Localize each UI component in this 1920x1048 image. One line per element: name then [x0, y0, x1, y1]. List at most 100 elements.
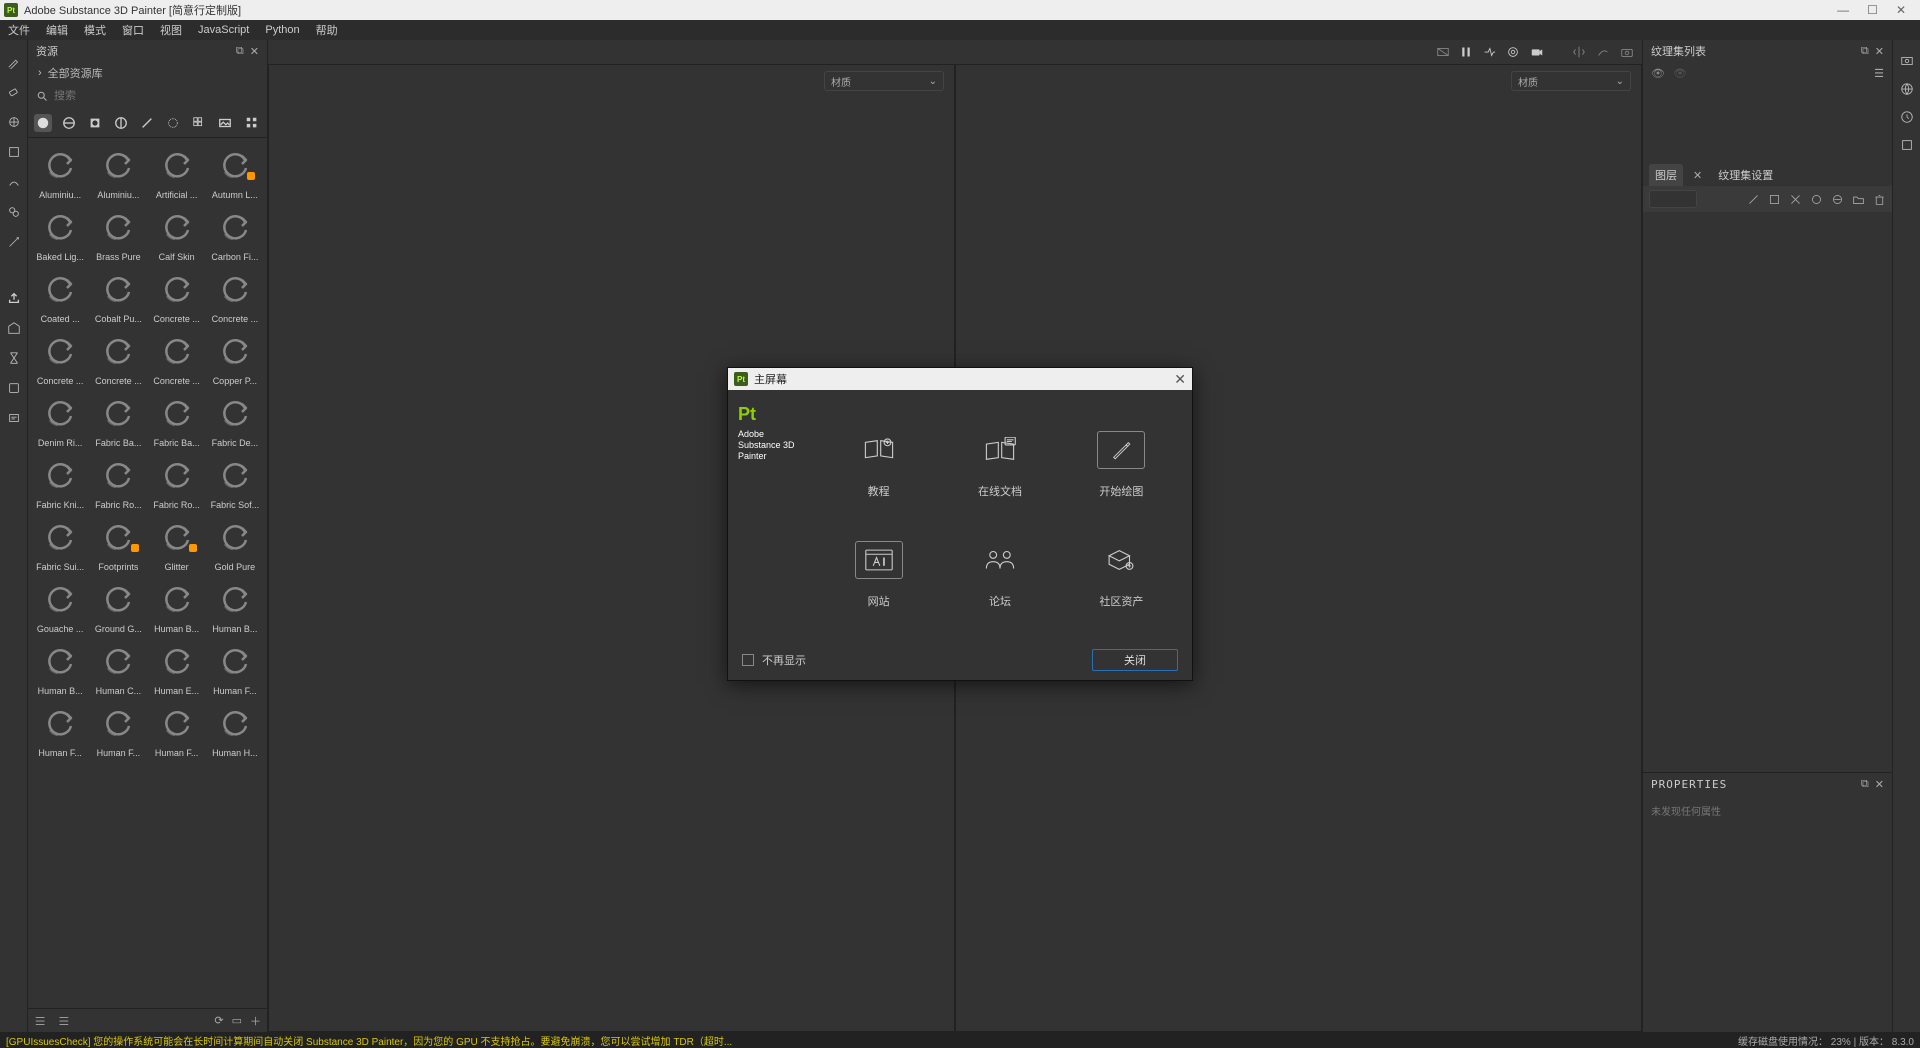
environment-icon[interactable]: [1900, 82, 1914, 96]
asset-item[interactable]: Human F...: [207, 638, 263, 698]
modal-cell-docs[interactable]: 在线文档: [939, 410, 1060, 520]
shader-icon[interactable]: [1900, 138, 1914, 152]
tab-layers[interactable]: 图层: [1649, 164, 1683, 186]
hourglass-icon[interactable]: [6, 350, 22, 366]
filter-environment-icon[interactable]: [216, 114, 234, 132]
asset-item[interactable]: Human F...: [149, 700, 205, 760]
add-group-icon[interactable]: [1831, 193, 1844, 206]
camera-icon[interactable]: [1530, 45, 1544, 59]
asset-item[interactable]: Fabric Kni...: [32, 452, 88, 512]
log-icon[interactable]: [6, 410, 22, 426]
hide-excluded-icon[interactable]: [1436, 45, 1450, 59]
asset-item[interactable]: Concrete ...: [207, 266, 263, 326]
minimize-icon[interactable]: —: [1837, 3, 1849, 17]
asset-item[interactable]: Denim Ri...: [32, 390, 88, 450]
filter-brush-icon[interactable]: [138, 114, 156, 132]
clone-icon[interactable]: [6, 204, 22, 220]
menu-javascript[interactable]: JavaScript: [198, 24, 249, 36]
modal-cell-book[interactable]: 教程: [818, 410, 939, 520]
popout-icon[interactable]: ⧉: [1861, 778, 1869, 791]
symmetry-icon[interactable]: [1572, 45, 1586, 59]
asset-item[interactable]: Fabric Sui...: [32, 514, 88, 574]
assets-search-input[interactable]: [54, 90, 259, 102]
modal-cell-brush[interactable]: 开始绘图: [1061, 410, 1182, 520]
asset-item[interactable]: Human H...: [207, 700, 263, 760]
asset-item[interactable]: Copper P...: [207, 328, 263, 388]
filter-alpha-icon[interactable]: [164, 114, 182, 132]
add-layer-icon[interactable]: [1747, 193, 1760, 206]
asset-item[interactable]: Glitter: [149, 514, 205, 574]
list-icon[interactable]: [56, 1014, 70, 1028]
close-panel-icon[interactable]: ✕: [1875, 45, 1884, 58]
asset-item[interactable]: Ground G...: [90, 576, 146, 636]
modal-cell-assets[interactable]: 社区资产: [1061, 520, 1182, 630]
viewport-tex-dropdown-2d[interactable]: 材质 ⌄: [1511, 71, 1631, 91]
collapse-icon[interactable]: [34, 1014, 48, 1028]
asset-item[interactable]: Fabric Sof...: [207, 452, 263, 512]
dont-show-checkbox[interactable]: [742, 654, 754, 666]
filter-smart-mask-icon[interactable]: [86, 114, 104, 132]
asset-item[interactable]: Human B...: [149, 576, 205, 636]
modal-close-icon[interactable]: ✕: [1174, 371, 1186, 388]
viewport-tex-dropdown-3d[interactable]: 材质 ⌄: [824, 71, 944, 91]
menu-view[interactable]: 视图: [160, 22, 182, 38]
asset-item[interactable]: Fabric Ro...: [149, 452, 205, 512]
material-picker-icon[interactable]: [6, 234, 22, 250]
import-icon[interactable]: ▭: [232, 1014, 242, 1027]
asset-item[interactable]: Calf Skin: [149, 204, 205, 264]
eraser-icon[interactable]: [6, 84, 22, 100]
filter-filter-icon[interactable]: [112, 114, 130, 132]
asset-item[interactable]: Fabric Ro...: [90, 452, 146, 512]
asset-item[interactable]: Autumn L...: [207, 142, 263, 202]
tag-icon[interactable]: [6, 320, 22, 336]
projection-icon[interactable]: [6, 114, 22, 130]
menu-python[interactable]: Python: [265, 24, 299, 36]
asset-item[interactable]: Human B...: [207, 576, 263, 636]
asset-item[interactable]: Fabric Ba...: [90, 390, 146, 450]
menu-mode[interactable]: 模式: [84, 22, 106, 38]
asset-item[interactable]: Human C...: [90, 638, 146, 698]
asset-item[interactable]: Human F...: [32, 700, 88, 760]
history-icon[interactable]: [1900, 110, 1914, 124]
smudge-icon[interactable]: [6, 174, 22, 190]
asset-item[interactable]: Fabric De...: [207, 390, 263, 450]
asset-item[interactable]: Gouache ...: [32, 576, 88, 636]
brush-icon[interactable]: [6, 54, 22, 70]
lazy-mouse-icon[interactable]: [1596, 45, 1610, 59]
visibility-all-icon[interactable]: 👁: [1651, 67, 1665, 80]
asset-item[interactable]: Artificial ...: [149, 142, 205, 202]
filter-material-icon[interactable]: [34, 114, 52, 132]
delete-layer-icon[interactable]: [1873, 193, 1886, 206]
filter-texture-icon[interactable]: [190, 114, 208, 132]
close-panel-icon[interactable]: ✕: [250, 45, 259, 58]
asset-item[interactable]: Concrete ...: [149, 266, 205, 326]
asset-item[interactable]: Cobalt Pu...: [90, 266, 146, 326]
assets-breadcrumb[interactable]: › 全部资源库: [28, 62, 267, 84]
add-icon[interactable]: ＋: [250, 1013, 261, 1029]
refresh-icon[interactable]: ⟳: [214, 1014, 223, 1027]
menu-window[interactable]: 窗口: [122, 22, 144, 38]
asset-item[interactable]: Aluminiu...: [90, 142, 146, 202]
close-panel-icon[interactable]: ✕: [1875, 778, 1884, 791]
add-effect-icon[interactable]: [1810, 193, 1823, 206]
maximize-icon[interactable]: ☐: [1867, 3, 1878, 17]
asset-item[interactable]: Footprints: [90, 514, 146, 574]
book-icon[interactable]: [6, 380, 22, 396]
asset-item[interactable]: Baked Lig...: [32, 204, 88, 264]
polygon-fill-icon[interactable]: [6, 144, 22, 160]
blend-mode-dropdown[interactable]: [1649, 190, 1697, 208]
menu-help[interactable]: 帮助: [316, 22, 338, 38]
add-fill-layer-icon[interactable]: [1768, 193, 1781, 206]
asset-item[interactable]: Human B...: [32, 638, 88, 698]
menu-edit[interactable]: 编辑: [46, 22, 68, 38]
asset-item[interactable]: Brass Pure: [90, 204, 146, 264]
asset-item[interactable]: Coated ...: [32, 266, 88, 326]
asset-item[interactable]: Gold Pure: [207, 514, 263, 574]
popout-icon[interactable]: ⧉: [236, 45, 244, 58]
display-settings-icon[interactable]: [1506, 45, 1520, 59]
asset-item[interactable]: Human F...: [90, 700, 146, 760]
asset-item[interactable]: Human E...: [149, 638, 205, 698]
pause-icon[interactable]: [1460, 46, 1472, 58]
display-icon[interactable]: [1900, 54, 1914, 68]
modal-close-button[interactable]: 关闭: [1092, 649, 1178, 671]
